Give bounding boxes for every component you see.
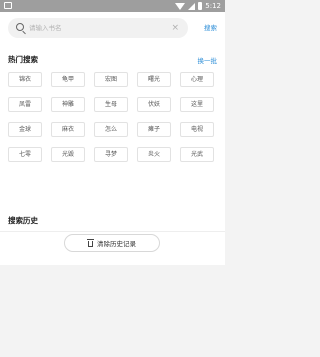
hot-tag[interactable]: 光毁 — [51, 147, 85, 162]
hot-search-header: 热门搜索 换一批 — [0, 52, 225, 68]
hot-search-title: 热门搜索 — [8, 55, 38, 64]
hot-tag[interactable]: 炎火 — [137, 147, 171, 162]
hot-tag[interactable]: 怎么 — [94, 122, 128, 137]
status-bar: 5:12 — [0, 0, 225, 12]
hot-tags-grid: 锦衣 龟甲 宏图 曙光 心理 凤雷 神雕 生母 伏妖 这里 金球 麻衣 怎么 瘫… — [8, 72, 217, 162]
hot-tag[interactable]: 神雕 — [51, 97, 85, 112]
clear-history-label: 清除历史记录 — [97, 240, 136, 248]
clear-icon[interactable]: × — [171, 21, 179, 35]
hot-tag[interactable]: 心理 — [180, 72, 214, 87]
hot-tag[interactable]: 光武 — [180, 147, 214, 162]
hot-tag[interactable]: 七零 — [8, 147, 42, 162]
hot-tag[interactable]: 锦衣 — [8, 72, 42, 87]
search-input[interactable] — [29, 21, 164, 35]
trash-icon — [87, 239, 94, 247]
search-history-title: 搜索历史 — [8, 216, 38, 225]
search-panel: × 搜索 热门搜索 换一批 锦衣 龟甲 宏图 曙光 心理 凤雷 神雕 生母 伏妖… — [0, 12, 225, 265]
hot-tag[interactable]: 龟甲 — [51, 72, 85, 87]
hot-tag[interactable]: 伏妖 — [137, 97, 171, 112]
battery-icon — [198, 2, 203, 10]
hot-tag[interactable]: 宏图 — [94, 72, 128, 87]
hot-tag[interactable]: 寻梦 — [94, 147, 128, 162]
app-icon — [4, 2, 12, 9]
hot-tag[interactable]: 电视 — [180, 122, 214, 137]
search-row: × 搜索 — [0, 12, 225, 44]
system-indicators: 5:12 — [175, 1, 221, 11]
search-icon — [16, 23, 24, 31]
hot-tag[interactable]: 麻衣 — [51, 122, 85, 137]
hot-tag[interactable]: 瘫子 — [137, 122, 171, 137]
wifi-icon — [175, 2, 186, 10]
hot-tag[interactable]: 这里 — [180, 97, 214, 112]
search-box[interactable]: × — [8, 18, 188, 38]
hot-tag[interactable]: 金球 — [8, 122, 42, 137]
refresh-button[interactable]: 换一批 — [198, 55, 218, 65]
signal-icon — [188, 2, 196, 10]
status-time: 5:12 — [205, 2, 221, 10]
search-button[interactable]: 搜索 — [204, 20, 217, 36]
divider — [0, 231, 225, 232]
hot-tag[interactable]: 生母 — [94, 97, 128, 112]
clear-history-button[interactable]: 清除历史记录 — [64, 234, 160, 252]
hot-tag[interactable]: 曙光 — [137, 72, 171, 87]
hot-tag[interactable]: 凤雷 — [8, 97, 42, 112]
